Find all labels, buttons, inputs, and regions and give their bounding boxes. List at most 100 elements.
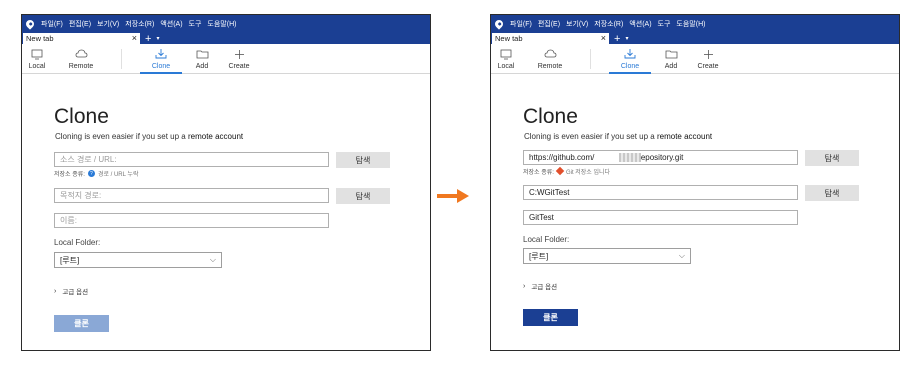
advanced-options-toggle[interactable]: › 고급 옵션 [523,281,557,292]
close-icon[interactable]: × [132,34,137,43]
source-url-input[interactable]: 소스 경로 / URL: [54,152,329,167]
toolbar-separator [121,49,122,69]
folder-icon [665,47,678,61]
toolbar: Local Remote Clone Add Create [491,44,899,74]
toolbar-add-label: Add [664,63,678,70]
source-url-input[interactable]: https://github.com/ MyRepository.git [523,150,798,165]
app-logo-icon [493,17,505,30]
browse-source-button[interactable]: 탐색 [805,150,859,166]
toolbar-local-button[interactable]: Local [495,44,517,73]
toolbar-clone-label: Clone [151,63,171,70]
tab-dropdown-icon[interactable]: ▾ [625,34,628,44]
info-icon: ? [87,170,95,177]
new-tab-plus-icon[interactable]: + [145,34,151,45]
repo-type-row: 저장소 종류: Git 저장소 입니다 [523,166,611,176]
clone-button[interactable]: 클론 [54,315,109,332]
monitor-icon [500,47,512,61]
plus-icon [703,47,714,61]
toolbar-remote-button[interactable]: Remote [66,44,96,73]
tab-new-tab[interactable]: New tab × [23,33,140,44]
toolbar-local-button[interactable]: Local [26,44,48,73]
toolbar-clone-button[interactable]: Clone [140,44,182,74]
folder-icon [196,47,209,61]
toolbar-add-label: Add [195,63,209,70]
tab-bar: New tab × + ▾ [22,32,430,45]
menu-help[interactable]: 도움말(H) [676,19,705,29]
advanced-options-toggle[interactable]: › 고급 옵션 [54,286,89,297]
repo-type-value: Git 저장소 입니다 [565,170,611,176]
browse-source-button[interactable]: 탐색 [336,152,390,168]
menu-help[interactable]: 도움말(H) [207,19,236,29]
advanced-options-label: 고급 옵션 [62,289,89,296]
toolbar-local-label: Local [28,63,46,70]
local-folder-value: [루트] [529,251,549,261]
name-input[interactable]: GitTest [523,210,798,225]
menu-actions[interactable]: 액션(A) [629,19,651,29]
local-folder-select[interactable]: [루트] ⌵ [54,252,222,268]
toolbar-create-label: Create [697,63,719,70]
chevron-down-icon: ⌵ [678,251,685,260]
tab-bar: New tab × + ▾ [491,32,899,45]
download-icon [155,47,167,61]
toolbar-local-label: Local [497,63,515,70]
menu-file[interactable]: 파일(F) [41,19,63,29]
monitor-icon [31,47,43,61]
toolbar-add-button[interactable]: Add [193,44,211,73]
tab-label: New tab [495,34,523,43]
menu-bar: 파일(F) 편집(E) 보기(V) 저장소(R) 액션(A) 도구 도움말(H) [491,15,899,32]
menu-tools[interactable]: 도구 [189,19,202,29]
menu-edit[interactable]: 편집(E) [69,19,91,29]
page-title: Clone [523,105,578,128]
menu-repository[interactable]: 저장소(R) [594,19,623,29]
toolbar-create-button[interactable]: Create [227,44,251,73]
local-folder-value: [루트] [60,255,80,265]
tab-new-tab[interactable]: New tab × [492,33,609,44]
toolbar-clone-button[interactable]: Clone [609,44,651,74]
destination-path-input[interactable]: C:WGitTest [523,185,798,200]
toolbar-create-label: Create [228,63,250,70]
browse-destination-button[interactable]: 탐색 [336,188,390,204]
toolbar-separator [590,49,591,69]
menu-edit[interactable]: 편집(E) [538,19,560,29]
toolbar-remote-button[interactable]: Remote [535,44,565,73]
repo-type-label: 저장소 종류: [54,172,85,178]
close-icon[interactable]: × [601,34,606,43]
toolbar-remote-label: Remote [537,63,563,70]
tab-dropdown-icon[interactable]: ▾ [156,34,159,44]
remote-account-link[interactable]: remote account [188,132,243,141]
menu-file[interactable]: 파일(F) [510,19,532,29]
repo-type-row: 저장소 종류: ? 경로 / URL 누락 [54,169,138,178]
tab-label: New tab [26,34,54,43]
toolbar-clone-label: Clone [620,63,640,70]
git-icon [555,166,565,176]
toolbar-create-button[interactable]: Create [696,44,720,73]
arrow-right-icon [437,189,469,203]
menu-tools[interactable]: 도구 [658,19,671,29]
cloud-icon [75,47,88,61]
name-input[interactable]: 이름: [54,213,329,228]
menu-actions[interactable]: 액션(A) [160,19,182,29]
repo-type-label: 저장소 종류: [523,170,554,176]
local-folder-label: Local Folder: [523,235,570,244]
toolbar-add-button[interactable]: Add [662,44,680,73]
sourcetree-window-before: 파일(F) 편집(E) 보기(V) 저장소(R) 액션(A) 도구 도움말(H)… [21,14,431,351]
destination-path-input[interactable]: 목적지 경로: [54,188,329,203]
toolbar: Local Remote Clone Add Create [22,44,430,74]
clone-button[interactable]: 클론 [523,309,578,326]
menu-bar: 파일(F) 편집(E) 보기(V) 저장소(R) 액션(A) 도구 도움말(H) [22,15,430,32]
chevron-down-icon: ⌵ [209,255,216,264]
new-tab-plus-icon[interactable]: + [614,34,620,45]
hint-text: Cloning is even easier if you set up a [55,132,188,141]
page-title: Clone [54,105,109,128]
remote-account-link[interactable]: remote account [657,132,712,141]
remote-account-hint: Cloning is even easier if you set up a r… [55,132,243,141]
browse-destination-button[interactable]: 탐색 [805,185,859,201]
chevron-right-icon: › [54,287,57,295]
menu-view[interactable]: 보기(V) [97,19,119,29]
local-folder-select[interactable]: [루트] ⌵ [523,248,691,264]
menu-view[interactable]: 보기(V) [566,19,588,29]
hint-text: Cloning is even easier if you set up a [524,132,657,141]
app-logo-icon [24,17,36,30]
menu-repository[interactable]: 저장소(R) [125,19,154,29]
plus-icon [234,47,245,61]
